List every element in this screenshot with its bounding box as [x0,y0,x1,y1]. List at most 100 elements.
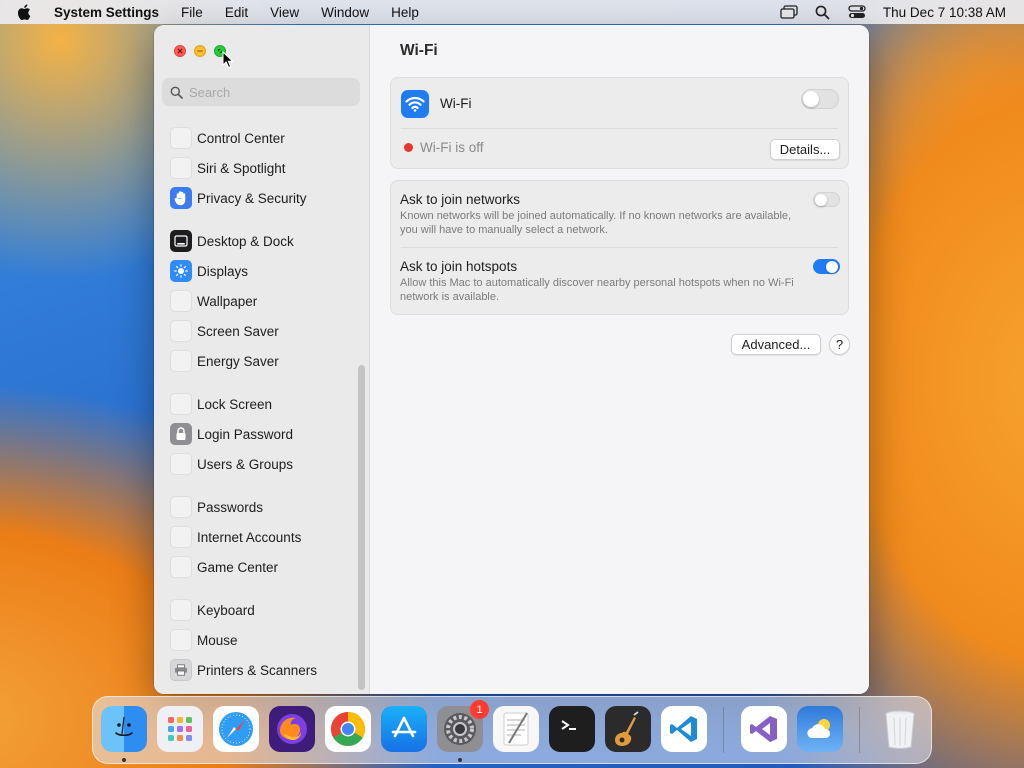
sidebar-item-label: Lock Screen [197,396,273,412]
menu-file[interactable]: File [181,5,203,20]
menu-bar: System Settings File Edit View Window He… [0,0,1024,24]
battery-icon [170,350,192,372]
toggle-knob [815,193,827,206]
padlock-icon [170,423,192,445]
sidebar-item-desktop-dock[interactable]: Desktop & Dock [170,228,294,254]
app-store-icon[interactable] [381,706,427,752]
hand-icon [170,187,192,209]
safari-icon[interactable] [213,706,259,752]
screen-saver-icon [170,320,192,342]
sidebar-item-game-center[interactable]: Game Center [170,554,278,580]
sidebar-item-users-groups[interactable]: Users & Groups [170,451,293,477]
details-button[interactable]: Details... [770,139,840,160]
search-field[interactable]: Search [162,78,360,106]
ask-join-hotspots-description: Allow this Mac to automatically discover… [400,277,794,303]
at-icon [170,526,192,548]
system-settings-running-indicator [458,758,462,762]
sidebar-item-displays[interactable]: Displays [170,258,248,284]
launchpad-icon[interactable] [157,706,203,752]
wifi-icon [401,90,429,118]
chrome-icon[interactable] [325,706,371,752]
divider [401,247,838,248]
system-settings-icon[interactable]: 1 [437,700,489,752]
sidebar-item-label: Siri & Spotlight [197,160,286,176]
apple-menu-icon[interactable] [14,4,34,20]
sidebar-item-passwords[interactable]: Passwords [170,494,263,520]
ask-join-hotspots-toggle[interactable] [813,259,840,274]
sidebar-item-siri-spotlight[interactable]: Siri & Spotlight [170,155,286,181]
sidebar-item-label: Keyboard [197,602,255,618]
sidebar-item-label: Wallpaper [197,293,258,309]
spotlight-search-icon[interactable] [813,4,833,20]
advanced-button[interactable]: Advanced... [731,334,821,355]
sidebar-item-energy-saver[interactable]: Energy Saver [170,348,279,374]
sidebar-item-label: Mouse [197,632,238,648]
sidebar-item-label: Screen Saver [197,323,279,339]
firefox-icon[interactable] [269,706,315,752]
sidebar-item-control-center[interactable]: Control Center [170,125,285,151]
sidebar-item-internet-accounts[interactable]: Internet Accounts [170,524,301,550]
menu-window[interactable]: Window [321,5,369,20]
sidebar-item-wallpaper[interactable]: Wallpaper [170,288,257,314]
menu-app-name[interactable]: System Settings [54,5,159,20]
close-icon [177,48,183,54]
sidebar-item-privacy-security[interactable]: Privacy & Security [170,185,307,211]
finder-icon[interactable] [101,706,147,752]
divider [401,128,838,129]
vscode-icon[interactable] [661,706,707,752]
sidebar-item-screen-saver[interactable]: Screen Saver [170,318,279,344]
lock-screen-icon [170,393,192,415]
sidebar-item-keyboard[interactable]: Keyboard [170,597,255,623]
sidebar-item-label: Displays [197,263,249,279]
sidebar-item-label: Game Center [197,559,279,575]
toggle-knob [826,260,838,273]
sidebar-item-mouse[interactable]: Mouse [170,627,238,653]
dock: 1 [92,696,932,764]
sidebar-item-label: Passwords [197,499,264,515]
wallpaper-icon [170,290,192,312]
visual-studio-icon[interactable] [741,706,787,752]
game-center-icon [170,556,192,578]
notification-badge: 1 [470,700,489,719]
desktop-dock-icon [170,230,192,252]
key-icon [170,496,192,518]
search-icon [170,86,183,99]
mouse-pointer-icon [222,50,234,72]
terminal-icon[interactable] [549,706,595,752]
sidebar-list: Control Center Siri & Spotlight Privacy … [154,117,360,694]
page-title: Wi-Fi [400,42,438,59]
sidebar-item-printers-scanners[interactable]: Printers & Scanners [170,657,317,683]
toggle-knob [803,91,819,107]
system-settings-window: Search Control Center Siri & Spotlight P… [154,25,869,694]
wifi-card: Wi-Fi Wi-Fi is off Details... [390,77,849,169]
dock-separator [723,707,724,753]
close-button[interactable] [174,45,186,57]
weather-icon[interactable] [797,706,843,752]
ask-join-networks-toggle[interactable] [813,192,840,207]
control-center-icon [170,127,192,149]
window-controls [174,45,226,57]
screen-mirroring-icon[interactable] [779,4,799,20]
wifi-toggle[interactable] [801,89,839,109]
finder-running-indicator [122,758,126,762]
sidebar-item-lock-screen[interactable]: Lock Screen [170,391,272,417]
network-options-card: Ask to join networks Known networks will… [390,180,849,315]
keyboard-icon [170,599,192,621]
menu-clock[interactable]: Thu Dec 7 10:38 AM [883,5,1006,20]
help-button[interactable]: ? [829,334,850,355]
menu-help[interactable]: Help [391,5,419,20]
ask-join-hotspots-title: Ask to join hotspots [400,259,518,274]
menu-view[interactable]: View [270,5,299,20]
search-placeholder: Search [189,84,231,100]
sidebar-item-login-password[interactable]: Login Password [170,421,293,447]
sidebar-item-label: Login Password [197,426,294,442]
minimize-button[interactable] [194,45,206,57]
trash-icon[interactable] [877,706,923,752]
textedit-icon[interactable] [493,706,539,752]
sidebar-scrollbar[interactable] [358,365,365,690]
control-center-icon[interactable] [847,4,867,20]
dock-separator [859,707,860,753]
garageband-icon[interactable] [605,706,651,752]
menu-edit[interactable]: Edit [225,5,248,20]
sidebar-item-label: Desktop & Dock [197,233,294,249]
